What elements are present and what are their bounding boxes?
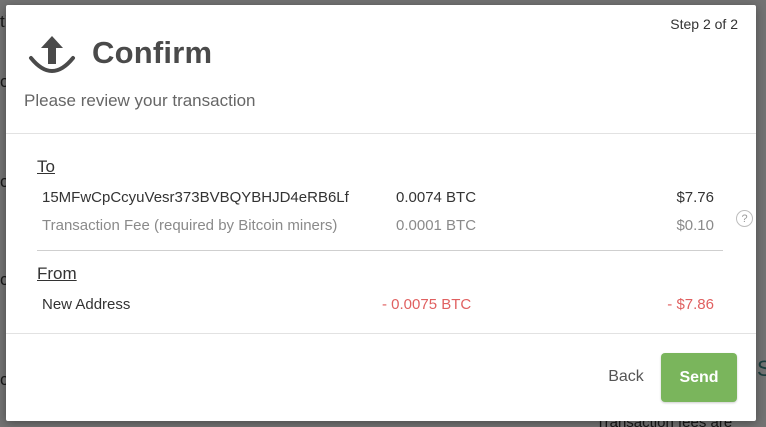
recipient-usd-amount: $7.76 [676, 189, 714, 206]
divider [6, 333, 756, 334]
recipient-btc-amount: 0.0074 BTC [396, 189, 477, 206]
help-circle-icon[interactable]: ? [736, 210, 753, 227]
back-button[interactable]: Back [596, 355, 656, 399]
modal-title: Confirm [92, 35, 213, 70]
divider [37, 250, 723, 251]
to-section-label: To [37, 157, 55, 176]
from-section-label: From [37, 264, 77, 283]
sender-btc-amount: - 0.0075 BTC [382, 296, 472, 313]
fee-label: Transaction Fee (required by Bitcoin min… [42, 217, 338, 234]
send-button[interactable]: Send [661, 353, 737, 402]
divider [6, 133, 756, 134]
fee-usd-amount: $0.10 [676, 217, 714, 234]
confirm-modal: Step 2 of 2 Confirm Please review your t… [6, 5, 756, 421]
step-indicator: Step 2 of 2 [670, 16, 738, 32]
modal-subtitle: Please review your transaction [24, 91, 256, 110]
recipient-address: 15MFwCpCcyuVesr373BVBQYBHJD4eRB6Lf [42, 189, 349, 206]
fee-btc-amount: 0.0001 BTC [396, 217, 477, 234]
sender-address-label: New Address [42, 296, 131, 313]
sender-usd-amount: - $7.86 [667, 296, 714, 313]
send-upload-icon [29, 36, 75, 73]
